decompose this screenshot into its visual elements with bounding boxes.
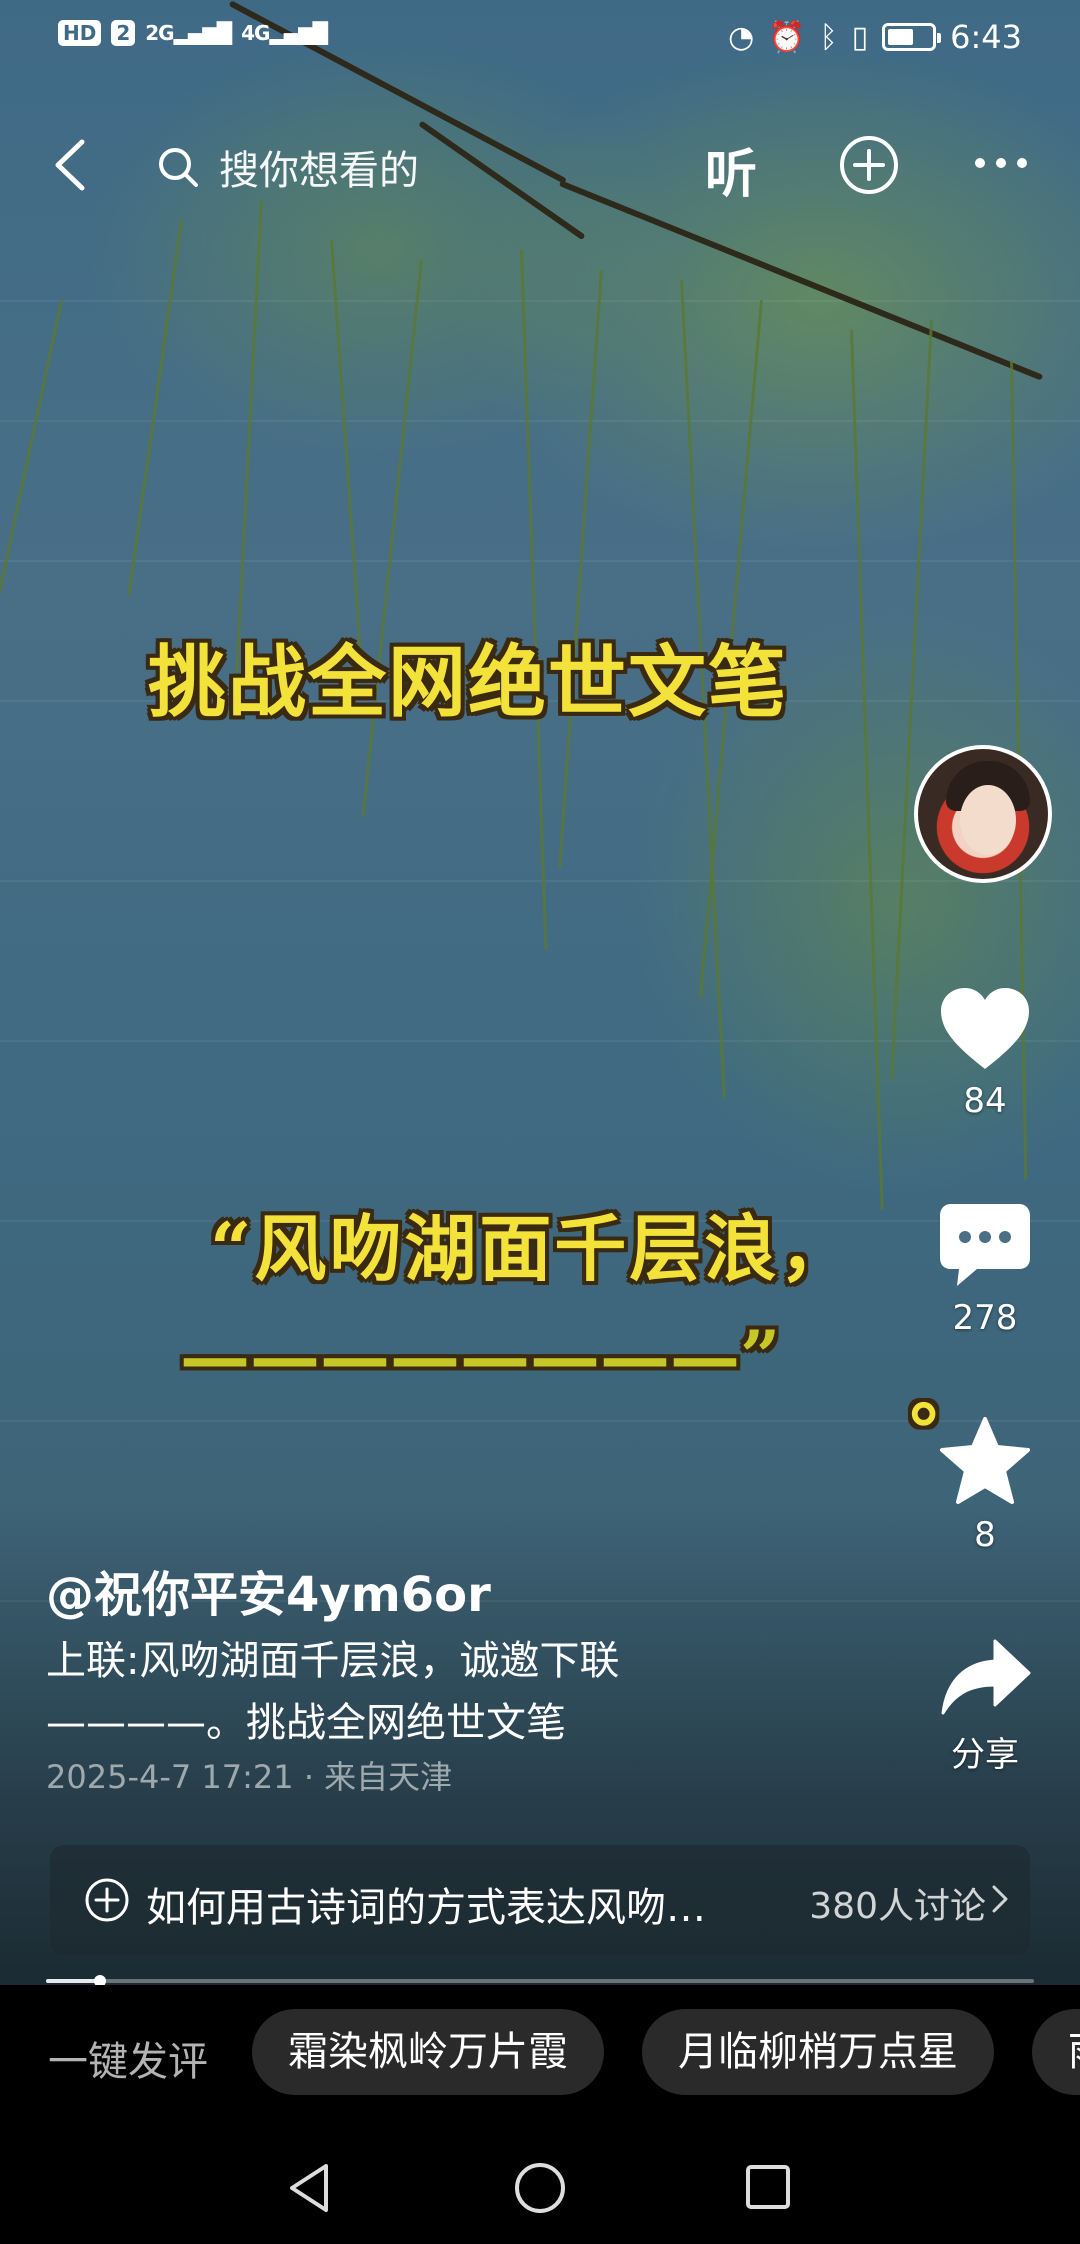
comment-button[interactable]: 278 <box>910 1200 1060 1338</box>
author-avatar[interactable] <box>914 745 1052 883</box>
add-circle-icon <box>85 1878 129 1922</box>
alarm-icon: ⏰ <box>768 19 806 55</box>
star-icon <box>940 1417 1030 1504</box>
bluetooth-icon: ᛒ <box>819 19 838 55</box>
vibrate-icon: ▯ <box>851 19 869 55</box>
search-icon <box>159 148 198 187</box>
comment-count: 278 <box>952 1298 1018 1338</box>
signal-icon: 2G▂▄▆█ <box>145 21 232 45</box>
network-label: 2G <box>145 21 174 45</box>
post-description[interactable]: 上联:风吻湖面千层浪，诚邀下联 ————。挑战全网绝世文笔 <box>46 1630 746 1754</box>
post-meta: 2025-4-7 17:21 · 来自天津 <box>46 1758 453 1796</box>
favorite-count: 8 <box>974 1515 996 1555</box>
back-arrow-icon[interactable] <box>42 130 102 200</box>
description-line: ————。挑战全网绝世文笔 <box>46 1700 566 1746</box>
quick-reply-chip[interactable]: 月临柳梢万点星 <box>642 2009 994 2095</box>
like-count: 84 <box>963 1081 1007 1121</box>
share-label: 分享 <box>951 1735 1019 1775</box>
battery-icon <box>882 23 942 51</box>
nav-recents-icon[interactable] <box>744 2163 792 2211</box>
network-label: 4G <box>241 21 270 45</box>
add-circle-icon[interactable] <box>838 134 900 196</box>
clock: 6:43 <box>950 18 1022 56</box>
quick-comment-label: 一键发评 <box>48 2039 208 2085</box>
search-bar[interactable]: 搜你想看的 <box>155 132 595 202</box>
signal-icon: 4G▂▄▆█ <box>241 21 328 45</box>
video-progress-bar[interactable] <box>46 1975 1034 1987</box>
video-caption-title: 挑战全网绝世文笔 <box>148 637 789 728</box>
chevron-right-icon <box>992 1885 1008 1913</box>
author-name[interactable]: @祝你平安4ym6or <box>46 1555 491 1625</box>
topic-count: 380人讨论 <box>809 1886 986 1927</box>
sim-badge: 2 <box>111 20 136 46</box>
quick-reply-chip[interactable]: 霜染枫岭万片霞 <box>252 2009 604 2095</box>
quick-reply-row: 一键发评 霜染枫岭万片霞 月临柳梢万点星 雨 <box>0 1985 1080 2130</box>
more-options-icon[interactable] <box>966 138 1036 188</box>
share-button[interactable]: 分享 <box>910 1635 1060 1776</box>
data-saver-icon: ◔ <box>728 19 755 55</box>
nav-home-icon[interactable] <box>512 2160 568 2216</box>
topic-title: 如何用古诗词的方式表达风吻… <box>146 1885 706 1931</box>
nav-back-icon[interactable] <box>282 2160 338 2216</box>
video-caption-line1: “风吻湖面千层浪， <box>210 1206 855 1291</box>
top-bar: 搜你想看的 听 <box>0 110 1080 220</box>
description-line: 上联:风吻湖面千层浪，诚邀下联 <box>46 1638 620 1684</box>
share-arrow-icon <box>941 1639 1031 1715</box>
progress-fill <box>46 1979 101 1983</box>
video-caption-line2: ————————” <box>180 1315 781 1398</box>
like-button[interactable]: 84 <box>910 985 1060 1121</box>
heart-icon <box>941 988 1029 1069</box>
comment-icon <box>940 1204 1030 1286</box>
status-bar: HD 2 2G▂▄▆█ 4G▂▄▆█ ◔ ⏰ ᛒ ▯ 6:43 <box>0 0 1080 80</box>
system-nav-bar <box>0 2130 1080 2244</box>
quick-reply-chip[interactable]: 雨 <box>1032 2009 1080 2095</box>
discussion-topic[interactable]: 如何用古诗词的方式表达风吻… 380人讨论 <box>50 1845 1030 1955</box>
hd-badge: HD <box>58 20 102 46</box>
search-placeholder: 搜你想看的 <box>219 148 419 194</box>
listen-button[interactable]: 听 <box>705 132 757 207</box>
favorite-button[interactable]: 8 <box>910 1415 1060 1555</box>
